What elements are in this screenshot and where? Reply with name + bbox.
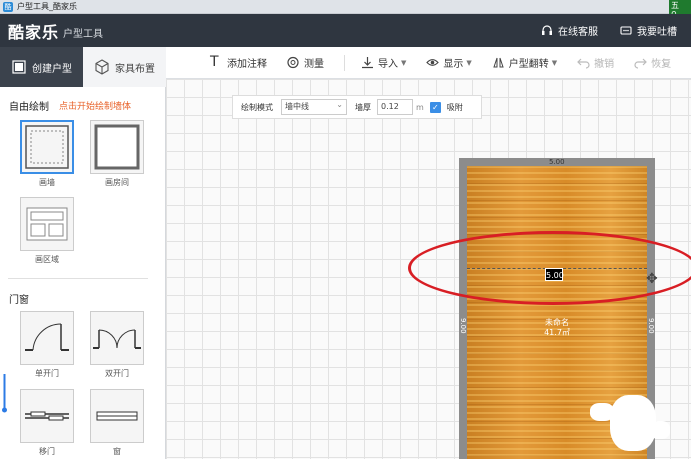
drawing-canvas[interactable]: 绘制模式 墙中线 墙厚 0.12 m ✓ 吸附 5.00 9.00 9.00 5… — [166, 79, 691, 459]
add-annotation-button[interactable]: T 添加注释 — [210, 55, 267, 70]
undo-button[interactable]: 撤销 — [577, 55, 614, 70]
draw-mode-select[interactable]: 墙中线 — [281, 98, 347, 115]
undo-label: 撤销 — [594, 59, 615, 70]
draw-room-label: 画房间 — [105, 178, 129, 187]
app-window: 酷 户型工具_酷家乐 五 ⚲ 酷家乐 户型工具 在线客服 我要吐槽 创建户型 家… — [0, 0, 691, 459]
system-widget-label: 五 — [671, 1, 679, 10]
draw-room-tool[interactable]: 画房间 — [89, 120, 145, 188]
left-tab-bar: 创建户型 家具布置 — [0, 47, 166, 87]
sliding-door-thumb — [20, 389, 74, 443]
single-door-tool[interactable]: 单开门 — [19, 311, 75, 379]
app-icon: 酷 — [3, 1, 13, 12]
window-titlebar: 酷 户型工具_酷家乐 — [0, 0, 691, 14]
annotation-ellipse — [408, 231, 691, 305]
measure-label: 测量 — [304, 59, 324, 70]
sliding-door-icon — [25, 411, 69, 421]
add-annotation-label: 添加注释 — [227, 59, 267, 70]
window-title: 户型工具_酷家乐 — [17, 2, 77, 11]
free-draw-hint: 点击开始绘制墙体 — [59, 102, 132, 112]
tab-furniture-layout[interactable]: 家具布置 — [83, 47, 166, 87]
doors-windows-title: 门窗 — [9, 295, 29, 306]
panel-divider — [8, 278, 148, 279]
double-door-icon — [93, 329, 141, 349]
left-tool-panel: 自由绘制 点击开始绘制墙体 画墙 画房间 画区域 门窗 单开门 双开门 移门 窗 — [0, 87, 166, 459]
snap-label: 吸附 — [446, 102, 463, 112]
flip-floorplan-button[interactable]: 户型翻转 ▼ — [492, 55, 557, 70]
room-area: 41.7㎡ — [544, 328, 570, 337]
draw-room-thumb — [90, 120, 144, 174]
window-thumb — [90, 389, 144, 443]
single-door-thumb — [20, 311, 74, 365]
sliding-door-label: 移门 — [39, 447, 55, 456]
watermark-blob — [650, 421, 670, 439]
text-t-icon: T — [210, 54, 219, 70]
draw-area-thumb — [20, 197, 74, 251]
draw-wall-icon — [25, 125, 69, 169]
draw-options-bar: 绘制模式 墙中线 墙厚 0.12 m ✓ 吸附 — [232, 95, 482, 119]
zoom-slider[interactable] — [2, 374, 7, 414]
double-door-thumb — [90, 311, 144, 365]
window-icon — [96, 411, 138, 421]
import-button[interactable]: 导入 ▼ — [361, 55, 406, 70]
double-door-tool[interactable]: 双开门 — [89, 311, 145, 379]
headset-icon — [542, 24, 552, 35]
undo-icon — [577, 58, 590, 69]
single-door-label: 单开门 — [35, 369, 59, 378]
chevron-down-icon: ▼ — [401, 58, 407, 67]
draw-room-icon — [94, 124, 140, 170]
draw-wall-label: 画墙 — [39, 178, 55, 187]
feedback-button[interactable]: 我要吐槽 — [620, 23, 677, 38]
draw-area-icon — [26, 207, 68, 241]
snap-checkbox[interactable]: ✓ — [429, 101, 441, 113]
draw-mode-label: 绘制模式 — [241, 102, 273, 112]
draw-wall-thumb — [20, 120, 74, 174]
measure-button[interactable]: 测量 — [287, 55, 324, 70]
double-door-label: 双开门 — [105, 369, 129, 378]
draw-area-label: 画区域 — [35, 255, 59, 264]
online-support-label: 在线客服 — [558, 27, 598, 38]
window-tool[interactable]: 窗 — [89, 389, 145, 457]
redo-button[interactable]: 恢复 — [634, 55, 671, 70]
free-draw-title: 自由绘制 — [9, 102, 49, 113]
import-label: 导入 — [378, 59, 398, 70]
import-icon — [362, 57, 373, 69]
flip-floorplan-label: 户型翻转 — [508, 59, 549, 70]
single-door-icon — [25, 323, 69, 351]
tape-measure-icon — [287, 56, 299, 69]
room-name: 未命名 — [545, 318, 569, 327]
watermark-blob — [610, 395, 656, 451]
sliding-door-tool[interactable]: 移门 — [19, 389, 75, 457]
chat-bubble-icon — [620, 25, 632, 35]
floorplan-icon — [12, 60, 26, 74]
display-button[interactable]: 显示 ▼ — [426, 55, 472, 70]
main-toolbar: T 添加注释 测量 导入 ▼ 显示 ▼ 户型翻转 ▼ 撤销 恢复 — [166, 47, 691, 79]
logo-subtitle: 户型工具 — [63, 29, 104, 40]
cube-icon — [95, 59, 109, 75]
eye-icon — [426, 59, 440, 66]
flip-icon — [493, 57, 504, 68]
logo: 酷家乐 — [8, 22, 60, 42]
redo-label: 恢复 — [651, 59, 672, 70]
app-header: 酷家乐 户型工具 在线客服 我要吐槽 — [0, 14, 691, 47]
room-width-dimension: 5.00 — [549, 158, 565, 166]
feedback-label: 我要吐槽 — [637, 27, 677, 38]
room-label: 未命名 41.7㎡ — [459, 318, 655, 338]
draw-wall-tool[interactable]: 画墙 — [19, 120, 75, 188]
chevron-down-icon: ▼ — [466, 58, 472, 67]
window-label: 窗 — [113, 447, 121, 456]
tab-create-floorplan[interactable]: 创建户型 — [0, 47, 83, 87]
tab-furniture-layout-label: 家具布置 — [115, 63, 155, 75]
draw-area-tool[interactable]: 画区域 — [19, 197, 75, 265]
display-label: 显示 — [443, 59, 464, 70]
tab-create-floorplan-label: 创建户型 — [32, 63, 72, 75]
redo-icon — [634, 58, 648, 69]
unit-label: m — [416, 102, 424, 112]
wall-thickness-label: 墙厚 — [355, 102, 371, 112]
online-support-button[interactable]: 在线客服 — [541, 23, 598, 38]
chevron-down-icon: ▼ — [551, 58, 558, 67]
toolbar-separator — [344, 54, 345, 71]
wall-thickness-input[interactable]: 0.12 — [377, 99, 413, 115]
